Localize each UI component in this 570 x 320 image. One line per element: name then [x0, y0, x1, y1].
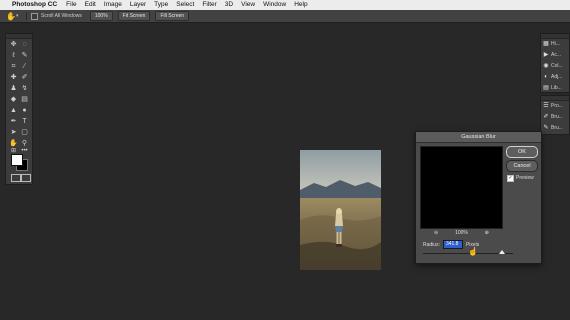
panel-libraries[interactable]: ▤ Lib...	[541, 83, 569, 94]
panel-label: Adj...	[551, 74, 563, 80]
preview-checkbox-row: ✓ Preview	[507, 174, 534, 182]
preview-zoom-row: ⊖ 100% ⊕	[420, 229, 501, 237]
panel-label: Bru...	[551, 125, 563, 131]
menu-select[interactable]: Select	[176, 0, 194, 10]
history-brush-tool-icon[interactable]: ↯	[20, 84, 29, 93]
panel-label: Lib...	[551, 85, 562, 91]
tools-panel: ✥ ◌ ℓ ✎ ⌗ ⁄ ✚ ✐ ♟ ↯ ◆ ▤ ▲ ● ✒ T ➤ ▢ ✋ ⚲ …	[5, 33, 33, 185]
menu-window[interactable]: Window	[263, 0, 286, 10]
quick-select-tool-icon[interactable]: ✎	[20, 51, 29, 60]
scroll-all-windows-checkbox[interactable]	[31, 12, 38, 20]
radius-input[interactable]: 341.8	[442, 240, 463, 249]
panel-label: Col...	[551, 63, 563, 69]
menu-view[interactable]: View	[241, 0, 255, 10]
menu-image[interactable]: Image	[104, 0, 122, 10]
panel-label: Bru...	[551, 114, 563, 120]
preview-label: Preview	[516, 175, 534, 181]
panel-brushes[interactable]: ✐ Bru...	[541, 112, 569, 123]
menu-bar: Photoshop CC File Edit Image Layer Type …	[0, 0, 570, 10]
quick-mask-icon[interactable]	[11, 174, 21, 182]
chevron-down-icon[interactable]: ▾	[16, 13, 22, 19]
menu-edit[interactable]: Edit	[85, 0, 96, 10]
panel-grip[interactable]	[6, 34, 32, 39]
screen-mode-icon[interactable]	[21, 174, 31, 182]
panel-color[interactable]: ◉ Col...	[541, 61, 569, 72]
zoom-in-icon[interactable]: ⊕	[485, 230, 489, 236]
preview-checkbox[interactable]: ✓	[507, 174, 514, 182]
menu-filter[interactable]: Filter	[202, 0, 216, 10]
zoom-100-button[interactable]: 100%	[89, 11, 113, 21]
panel-label: Hi...	[551, 41, 560, 47]
gradient-tool-icon[interactable]: ▤	[20, 95, 29, 104]
color-icon: ◉	[543, 63, 549, 69]
brush-settings-icon: ✎	[543, 125, 549, 131]
type-tool-icon[interactable]: T	[20, 117, 29, 126]
brush-icon: ✐	[543, 114, 549, 120]
panel-properties[interactable]: ☰ Pro...	[541, 101, 569, 112]
right-panel-group-1: ▦ Hi... ▶ Ac... ◉ Col... ◐ Adj... ▤ Lib...	[540, 33, 570, 93]
menu-app-name[interactable]: Photoshop CC	[12, 0, 57, 10]
cancel-button[interactable]: Cancel	[506, 160, 538, 172]
rectangle-tool-icon[interactable]: ▢	[20, 128, 29, 137]
path-selection-tool-icon[interactable]: ➤	[9, 128, 18, 137]
fill-screen-button[interactable]: Fill Screen	[155, 11, 190, 21]
lasso-tool-icon[interactable]: ℓ	[9, 51, 18, 60]
panel-brush-settings[interactable]: ✎ Bru...	[541, 123, 569, 134]
brush-tool-icon[interactable]: ✐	[20, 73, 29, 82]
panel-history[interactable]: ▦ Hi...	[541, 39, 569, 50]
panel-label: Pro...	[551, 103, 563, 109]
panel-actions[interactable]: ▶ Ac...	[541, 50, 569, 61]
panel-label: Ac...	[551, 52, 562, 58]
marquee-tool-icon[interactable]: ◌	[20, 40, 29, 49]
menu-layer[interactable]: Layer	[130, 0, 146, 10]
clone-stamp-tool-icon[interactable]: ♟	[9, 84, 18, 93]
play-icon: ▶	[543, 52, 549, 58]
gaussian-blur-dialog: Gaussian Blur ⊖ 100% ⊕ OK Cancel ✓ Previ…	[415, 131, 542, 264]
dialog-title[interactable]: Gaussian Blur	[416, 132, 541, 143]
scroll-all-windows-label: Scroll All Windows	[41, 13, 82, 19]
adjustments-icon: ◐	[544, 74, 548, 80]
panel-adjustments[interactable]: ◐ Adj...	[541, 72, 569, 83]
eraser-tool-icon[interactable]: ◆	[9, 95, 18, 104]
radius-label: Radius:	[423, 241, 440, 248]
menu-3d[interactable]: 3D	[225, 0, 233, 10]
photo-woman-in-field	[300, 150, 381, 270]
libraries-icon: ▤	[543, 85, 549, 91]
fit-screen-button[interactable]: Fit Screen	[117, 11, 151, 21]
menu-help[interactable]: Help	[294, 0, 307, 10]
blur-tool-icon[interactable]: ▲	[9, 106, 18, 115]
options-bar: ✋ ▾ Scroll All Windows 100% Fit Screen F…	[0, 10, 570, 23]
eyedropper-tool-icon[interactable]: ⁄	[20, 62, 29, 71]
dodge-tool-icon[interactable]: ●	[20, 106, 29, 115]
radius-slider-thumb[interactable]	[499, 250, 506, 254]
zoom-out-icon[interactable]: ⊖	[434, 230, 438, 236]
menu-file[interactable]: File	[66, 0, 76, 10]
preview-zoom-level: 100%	[455, 230, 468, 236]
blur-preview-window[interactable]	[420, 146, 503, 229]
right-panel-group-2: ☰ Pro... ✐ Bru... ✎ Bru...	[540, 95, 570, 135]
menu-type[interactable]: Type	[154, 0, 168, 10]
hand-tool-icon[interactable]: ✋	[6, 12, 16, 21]
mouse-cursor-icon: ☝	[468, 247, 478, 256]
healing-brush-tool-icon[interactable]: ✚	[9, 73, 18, 82]
ok-button[interactable]: OK	[506, 146, 538, 158]
divider	[26, 12, 27, 20]
history-icon: ▦	[543, 41, 549, 47]
foreground-color-swatch[interactable]	[11, 154, 23, 166]
canvas-image[interactable]	[300, 150, 381, 270]
pen-tool-icon[interactable]: ✒	[9, 117, 18, 126]
properties-icon: ☰	[543, 103, 549, 109]
crop-tool-icon[interactable]: ⌗	[9, 62, 18, 71]
move-tool-icon[interactable]: ✥	[9, 40, 18, 49]
